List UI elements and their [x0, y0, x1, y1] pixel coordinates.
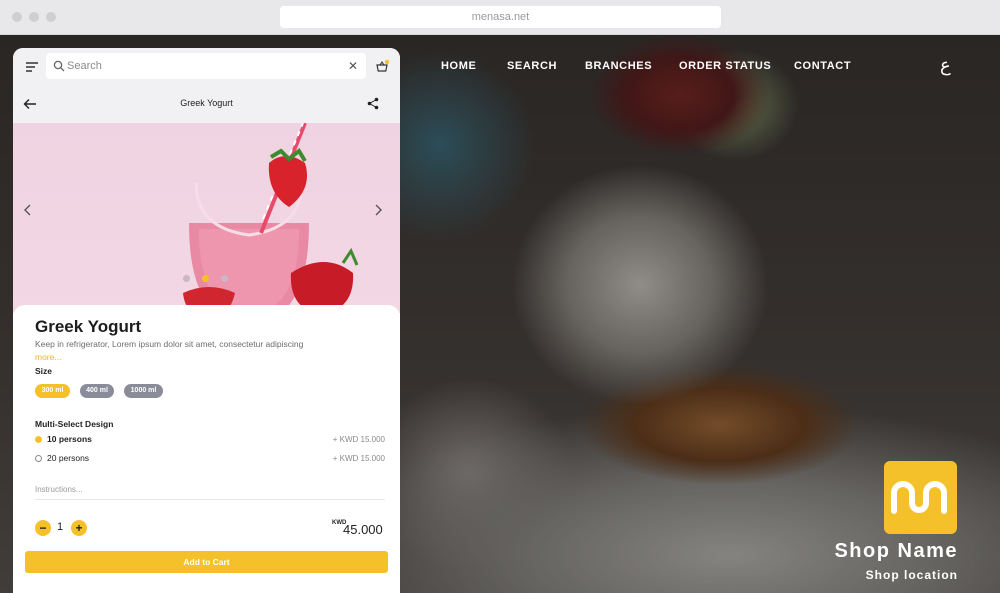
filter-menu-icon[interactable] — [25, 60, 39, 74]
shop-location: Shop location — [865, 568, 958, 582]
share-icon[interactable] — [367, 97, 379, 110]
carousel-dot-active[interactable] — [202, 275, 209, 282]
nav-search[interactable]: SEARCH — [507, 60, 557, 72]
product-description: Keep in refrigerator, Lorem ipsum dolor … — [35, 339, 304, 362]
multi-select-label: Multi-Select Design — [35, 419, 114, 429]
browser-window: menasa.net HOME SEARCH BRANCHES ORDER ST… — [0, 0, 1000, 593]
shop-logo — [884, 461, 957, 534]
product-name: Greek Yogurt — [35, 317, 142, 336]
window-dot-close[interactable] — [12, 12, 22, 22]
option-label[interactable]: 10 persons — [47, 434, 92, 444]
option-price: + KWD 15.000 — [332, 435, 385, 444]
search-input[interactable]: Search — [67, 53, 102, 79]
carousel-dot[interactable] — [221, 275, 228, 282]
quantity-value: 1 — [57, 521, 64, 533]
search-bar[interactable]: Search ✕ — [46, 53, 366, 79]
size-chip-300[interactable]: 300 ml — [35, 384, 70, 398]
product-panel: Search ✕ Greek Yogurt Greek Yogurt Keep … — [13, 48, 400, 593]
size-chip-1000[interactable]: 1000 ml — [124, 384, 163, 398]
option-price: + KWD 15.000 — [332, 454, 385, 463]
nav-contact[interactable]: CONTACT — [794, 60, 851, 72]
app-header: Search ✕ Greek Yogurt — [13, 48, 400, 123]
carousel-prev-icon[interactable] — [21, 203, 35, 217]
product-image — [183, 123, 359, 313]
nav-home[interactable]: HOME — [441, 60, 476, 72]
address-bar[interactable]: menasa.net — [280, 6, 721, 28]
option-label[interactable]: 20 persons — [47, 453, 89, 463]
product-image-carousel[interactable] — [13, 123, 400, 313]
carousel-next-icon[interactable] — [371, 203, 385, 217]
language-toggle[interactable]: ع — [940, 55, 951, 76]
option-radio-selected[interactable] — [35, 436, 42, 443]
add-to-cart-button[interactable]: Add to Cart — [25, 551, 388, 573]
increase-quantity-button[interactable]: + — [71, 520, 87, 536]
page-title: Greek Yogurt — [180, 98, 233, 108]
option-radio[interactable] — [35, 455, 42, 462]
shop-logo-mark-icon — [891, 481, 947, 514]
shop-name: Shop Name — [834, 540, 958, 562]
clear-search-icon[interactable]: ✕ — [348, 53, 358, 79]
instructions-input[interactable]: Instructions... — [35, 485, 83, 494]
browser-chrome: menasa.net — [0, 0, 1000, 35]
size-label: Size — [35, 366, 53, 376]
decrease-quantity-button[interactable]: − — [35, 520, 51, 536]
nav-order-status[interactable]: ORDER STATUS — [679, 60, 771, 72]
size-chip-400[interactable]: 400 ml — [80, 384, 114, 398]
product-details-card: Greek Yogurt Keep in refrigerator, Lorem… — [13, 305, 400, 593]
carousel-dot[interactable] — [183, 275, 190, 282]
read-more-link[interactable]: more... — [35, 352, 61, 362]
window-dot-minimize[interactable] — [29, 12, 39, 22]
nav-branches[interactable]: BRANCHES — [585, 60, 652, 72]
divider — [35, 499, 385, 500]
cart-icon[interactable] — [375, 59, 389, 73]
search-icon — [53, 60, 65, 72]
total-price: 45.000 — [343, 522, 383, 537]
window-dot-maximize[interactable] — [46, 12, 56, 22]
